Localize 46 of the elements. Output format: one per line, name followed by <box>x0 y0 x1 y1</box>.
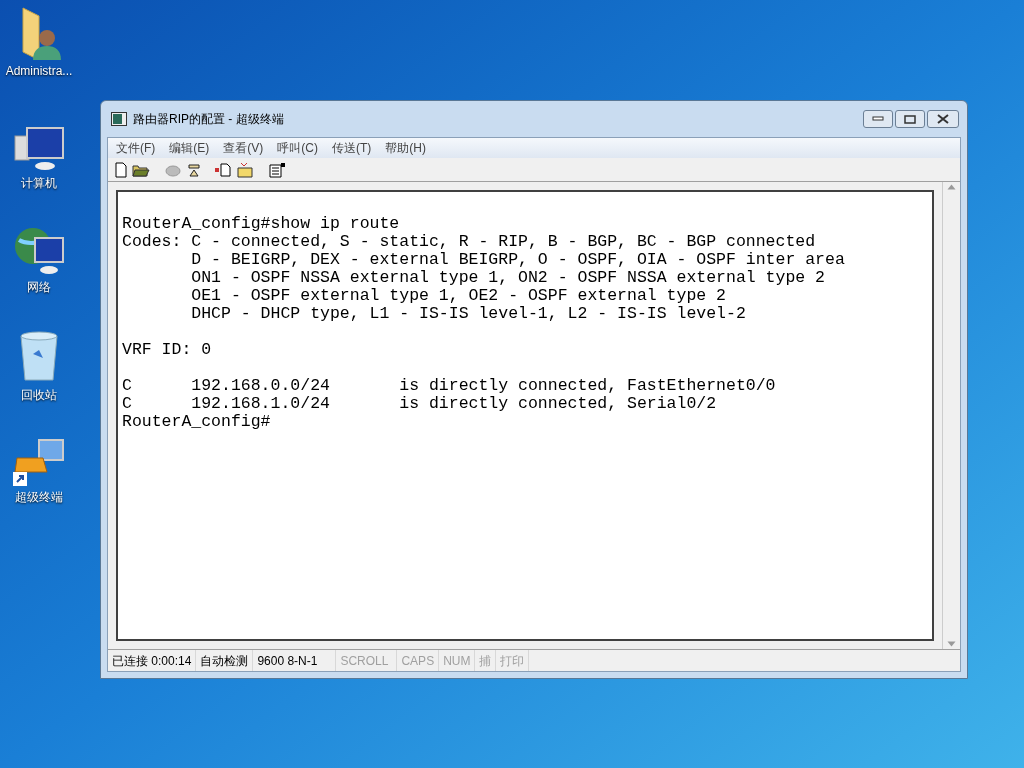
minimize-button[interactable] <box>863 110 893 128</box>
desktop-icon-label[interactable]: 计算机 <box>21 174 57 192</box>
terminal-line: OE1 - OSPF external type 1, OE2 - OSPF external type 2 <box>190 287 726 305</box>
terminal-line: C 192.168.0.0/24 is directly connected, FastEthernet0/0 <box>122 377 776 395</box>
terminal-line: RouterA_config# <box>122 413 271 431</box>
terminal-line: ON1 - OSPF NSSA external type 1, ON2 - OSPF NSSA external type 2 <box>190 269 825 287</box>
status-bar-cell: CAPS <box>397 650 440 671</box>
send-file-icon[interactable] <box>214 161 232 178</box>
close-icon <box>936 114 950 124</box>
terminal-line: Codes: C - connected, S - static, R - RIP, B - BGP, BC - BGP connected <box>122 233 816 251</box>
desktop-icon-label[interactable]: 回收站 <box>21 386 57 404</box>
close-button[interactable] <box>927 110 959 128</box>
status-bar-cell: SCROLL <box>336 650 398 671</box>
terminal-line: VRF ID: 0 <box>122 341 212 359</box>
globe-computer-icon[interactable] <box>13 226 65 276</box>
menu-item[interactable]: 编辑(E) <box>169 139 210 157</box>
menu-item[interactable]: 传送(T) <box>332 139 372 157</box>
status-bar-cell: 捕 <box>475 650 497 671</box>
app-icon <box>111 112 127 126</box>
menu-item[interactable]: 呼叫(C) <box>277 139 318 157</box>
hang-up-phone-icon[interactable] <box>186 161 202 178</box>
desktop-icon-label[interactable]: 超级终端 <box>15 488 63 506</box>
desktop-icon-label[interactable]: Administra... <box>5 62 73 80</box>
status-bar-cell: 9600 8-N-1 <box>253 650 337 671</box>
menu-item[interactable]: 查看(V) <box>223 139 264 157</box>
status-bar-cell: 已连接 0:00:14 <box>108 650 197 671</box>
maximize-icon <box>904 114 916 124</box>
status-bar-cell: NUM <box>439 650 476 671</box>
phone-computer-icon[interactable] <box>13 438 65 486</box>
terminal-line: RouterA_config#show ip route <box>122 215 400 233</box>
receive-folder-icon[interactable] <box>236 161 254 178</box>
maximize-button[interactable] <box>895 110 925 128</box>
terminal-line: D - BEIGRP, DEX - external BEIGRP, O - OSPF, OIA - OSPF inter area <box>190 251 845 269</box>
new-file-icon[interactable] <box>114 161 128 178</box>
menu-item[interactable]: 帮助(H) <box>385 139 426 157</box>
computer-icon[interactable] <box>13 126 65 172</box>
recycle-bin-icon[interactable] <box>17 330 61 384</box>
desktop-icon-label[interactable]: 网络 <box>27 278 51 296</box>
terminal-line: DHCP - DHCP type, L1 - IS-IS level-1, L2 - IS-IS level-2 <box>190 305 746 323</box>
status-bar-cell: 自动检测 <box>196 650 254 671</box>
terminal-line: C 192.168.1.0/24 is directly connected, Serial0/2 <box>122 395 717 413</box>
window-title: 路由器RIP的配置 - 超级终端 <box>133 111 284 128</box>
properties-icon[interactable] <box>268 161 286 178</box>
minimize-icon <box>872 116 884 122</box>
menu-item[interactable]: 文件(F) <box>116 139 156 157</box>
status-bar-cell: 打印 <box>496 650 530 671</box>
